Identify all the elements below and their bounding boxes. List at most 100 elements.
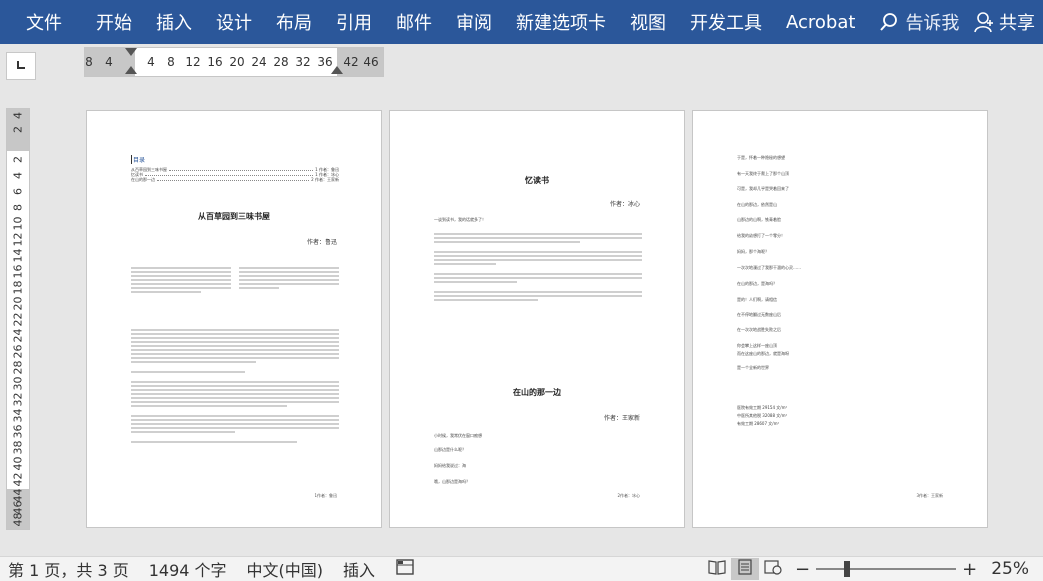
view-controls: − + 25% <box>703 558 1043 580</box>
tab-mailings[interactable]: 邮件 <box>384 0 444 44</box>
page-footer: 2作者：冰心 <box>617 493 640 498</box>
poem-line: 是的！人们啊，请相信 <box>737 297 777 302</box>
page-footer: 1作者：鲁迅 <box>314 493 337 498</box>
poem-line: 你会攀上这样一座山顶 <box>737 343 777 348</box>
poem-line: 有一天我终于爬上了那个山顶 <box>737 171 789 176</box>
poem-line: 在山的那边，是海吗？ <box>737 281 777 286</box>
zoom-control: − + 25% <box>795 559 1043 580</box>
web-page-icon <box>764 559 782 579</box>
poem-line: 山那边是什么呢？ <box>434 447 466 452</box>
ruler-tick: 4 <box>105 55 113 69</box>
page-footer: 3作者：王家新 <box>916 493 943 498</box>
poem-line: 在不停地翻过无数座山后 <box>737 312 781 317</box>
macro-record-icon[interactable] <box>385 558 425 580</box>
tab-references[interactable]: 引用 <box>324 0 384 44</box>
horizontal-ruler[interactable]: 8 4 4 8 12 16 20 24 28 32 36 42 46 <box>84 47 384 77</box>
page-icon <box>737 559 753 579</box>
status-bar: 第 1 页，共 3 页 1494 个字 中文(中国) 插入 − + 25% <box>0 556 1043 581</box>
ruler-tick: 2 <box>11 126 25 133</box>
document-page-3[interactable]: 于是，怀着一种隐秘的想望 有一天我终于爬上了那个山顶 可是，我却几乎是哭着回来了… <box>692 110 988 528</box>
web-layout-button[interactable] <box>759 558 787 580</box>
ruler-tick: 16 <box>207 55 223 69</box>
print-layout-button[interactable] <box>731 558 760 580</box>
tab-view[interactable]: 视图 <box>618 0 678 44</box>
poem-line: 哦，山那边是海吗？ <box>434 479 470 484</box>
tab-selector[interactable] <box>6 52 36 80</box>
insert-mode[interactable]: 插入 <box>333 557 385 581</box>
ruler-tick: 4 <box>147 55 155 69</box>
poem-line: 可是，我却几乎是哭着回来了 <box>737 186 789 191</box>
poem-line: 妈妈，那个海呢？ <box>737 249 769 254</box>
ruler-tick: 48 <box>11 512 25 527</box>
body-text <box>434 231 642 303</box>
poem-line: 而在这座山的那边，就是海呀 <box>737 351 789 356</box>
tab-acrobat[interactable]: Acrobat <box>774 0 867 44</box>
body-text <box>131 327 339 445</box>
ruler-tick: 8 <box>85 55 93 69</box>
ruler-tick: 24 <box>251 55 267 69</box>
tab-home[interactable]: 开始 <box>84 0 144 44</box>
hanging-indent-marker[interactable] <box>125 66 137 74</box>
toc-title: 目录 <box>131 155 339 164</box>
poem-line: 小时候，我常伏在窗口痴想 <box>434 433 482 438</box>
article-title: 从百草园到三味书屋 <box>198 212 270 221</box>
page-count[interactable]: 第 1 页，共 3 页 <box>0 557 139 581</box>
tab-insert[interactable]: 插入 <box>144 0 204 44</box>
ruler-tick: 20 <box>229 55 245 69</box>
poem-line: 山那边的山啊，铁青着脸 <box>737 217 781 222</box>
article-author: 作者：王家新 <box>603 415 640 422</box>
text-column-left <box>131 265 231 295</box>
left-tab-icon <box>16 59 26 73</box>
ribbon-tab-bar: 文件 开始 插入 设计 布局 引用 邮件 审阅 新建选项卡 视图 开发工具 Ac… <box>0 0 1043 44</box>
ruler-tick: 28 <box>273 55 289 69</box>
intro-line: 一谈到读书，我的话就多了！ <box>434 217 486 222</box>
zoom-level[interactable]: 25% <box>991 559 1029 579</box>
poem-line: 在一次次地战胜失败之后 <box>737 327 781 332</box>
ruler-tick: 42 <box>343 55 359 69</box>
document-page-1[interactable]: 目录 从百草园到三味书屋 1 作者：鲁迅 忆读书 1 作者：冰心 在山的那一边 2 作… <box>86 110 382 528</box>
word-count[interactable]: 1494 个字 <box>139 557 237 581</box>
search-icon <box>879 12 899 32</box>
document-page-2[interactable]: 忆读书 作者：冰心 一谈到读书，我的话就多了！ 在山的那一边 作者：王家新 小时… <box>389 110 685 528</box>
ruler-tick: 32 <box>295 55 311 69</box>
poem-line: 于是，怀着一种隐秘的想望 <box>737 155 785 160</box>
article-title: 忆读书 <box>525 176 549 185</box>
tab-file[interactable]: 文件 <box>0 0 84 44</box>
tab-review[interactable]: 审阅 <box>444 0 504 44</box>
share-label: 共享 <box>999 13 1035 34</box>
zoom-out-button[interactable]: − <box>795 559 810 580</box>
poem-line: 在山的那边，依然是山 <box>737 202 777 207</box>
toc-entry-ref: 2 作者：王家新 <box>311 177 339 182</box>
share-button[interactable]: 共享 <box>973 9 1043 35</box>
toc-leader <box>145 172 314 176</box>
read-mode-button[interactable] <box>703 558 731 580</box>
poem-line: 一次次地漫过了我那干涸的心灵…… <box>737 265 801 270</box>
article-title: 在山的那一边 <box>513 388 561 397</box>
tab-design[interactable]: 设计 <box>204 0 264 44</box>
ruler-tick: 36 <box>317 55 333 69</box>
poem-line: 妈妈给我说过：海 <box>434 463 466 468</box>
tell-me-box[interactable]: 告诉我 <box>879 9 959 35</box>
ruler-tick: 8 <box>167 55 175 69</box>
zoom-slider-thumb[interactable] <box>844 561 851 577</box>
first-line-indent-marker[interactable] <box>125 48 137 56</box>
zoom-in-button[interactable]: + <box>962 559 977 580</box>
text-column-right <box>239 265 339 291</box>
table-of-contents: 目录 从百草园到三味书屋 1 作者：鲁迅 忆读书 1 作者：冰心 在山的那一边 2 作… <box>131 155 339 182</box>
ruler-tick: 46 <box>363 55 379 69</box>
stat-line: 中医所其他税 32088 文/m² <box>737 413 788 418</box>
toc-entry[interactable]: 在山的那一边 2 作者：王家新 <box>131 177 339 182</box>
poem-line: 是一个全新的世界 <box>737 365 769 370</box>
tab-developer[interactable]: 开发工具 <box>678 0 774 44</box>
add-person-icon <box>973 11 995 33</box>
language-indicator[interactable]: 中文(中国) <box>237 557 334 581</box>
vertical-ruler[interactable]: 4 2 2 4 6 8 10 12 14 16 18 20 22 24 26 2… <box>6 108 30 530</box>
toc-entry-text: 在山的那一边 <box>131 177 155 182</box>
tab-layout[interactable]: 布局 <box>264 0 324 44</box>
toc-leader <box>169 167 314 171</box>
article-author: 作者：鲁迅 <box>306 239 337 246</box>
stat-line: 有效工期 28607 文/m² <box>737 421 780 426</box>
tell-me-label: 告诉我 <box>905 13 960 34</box>
tab-new-tab[interactable]: 新建选项卡 <box>504 0 618 44</box>
zoom-slider[interactable] <box>816 561 957 577</box>
